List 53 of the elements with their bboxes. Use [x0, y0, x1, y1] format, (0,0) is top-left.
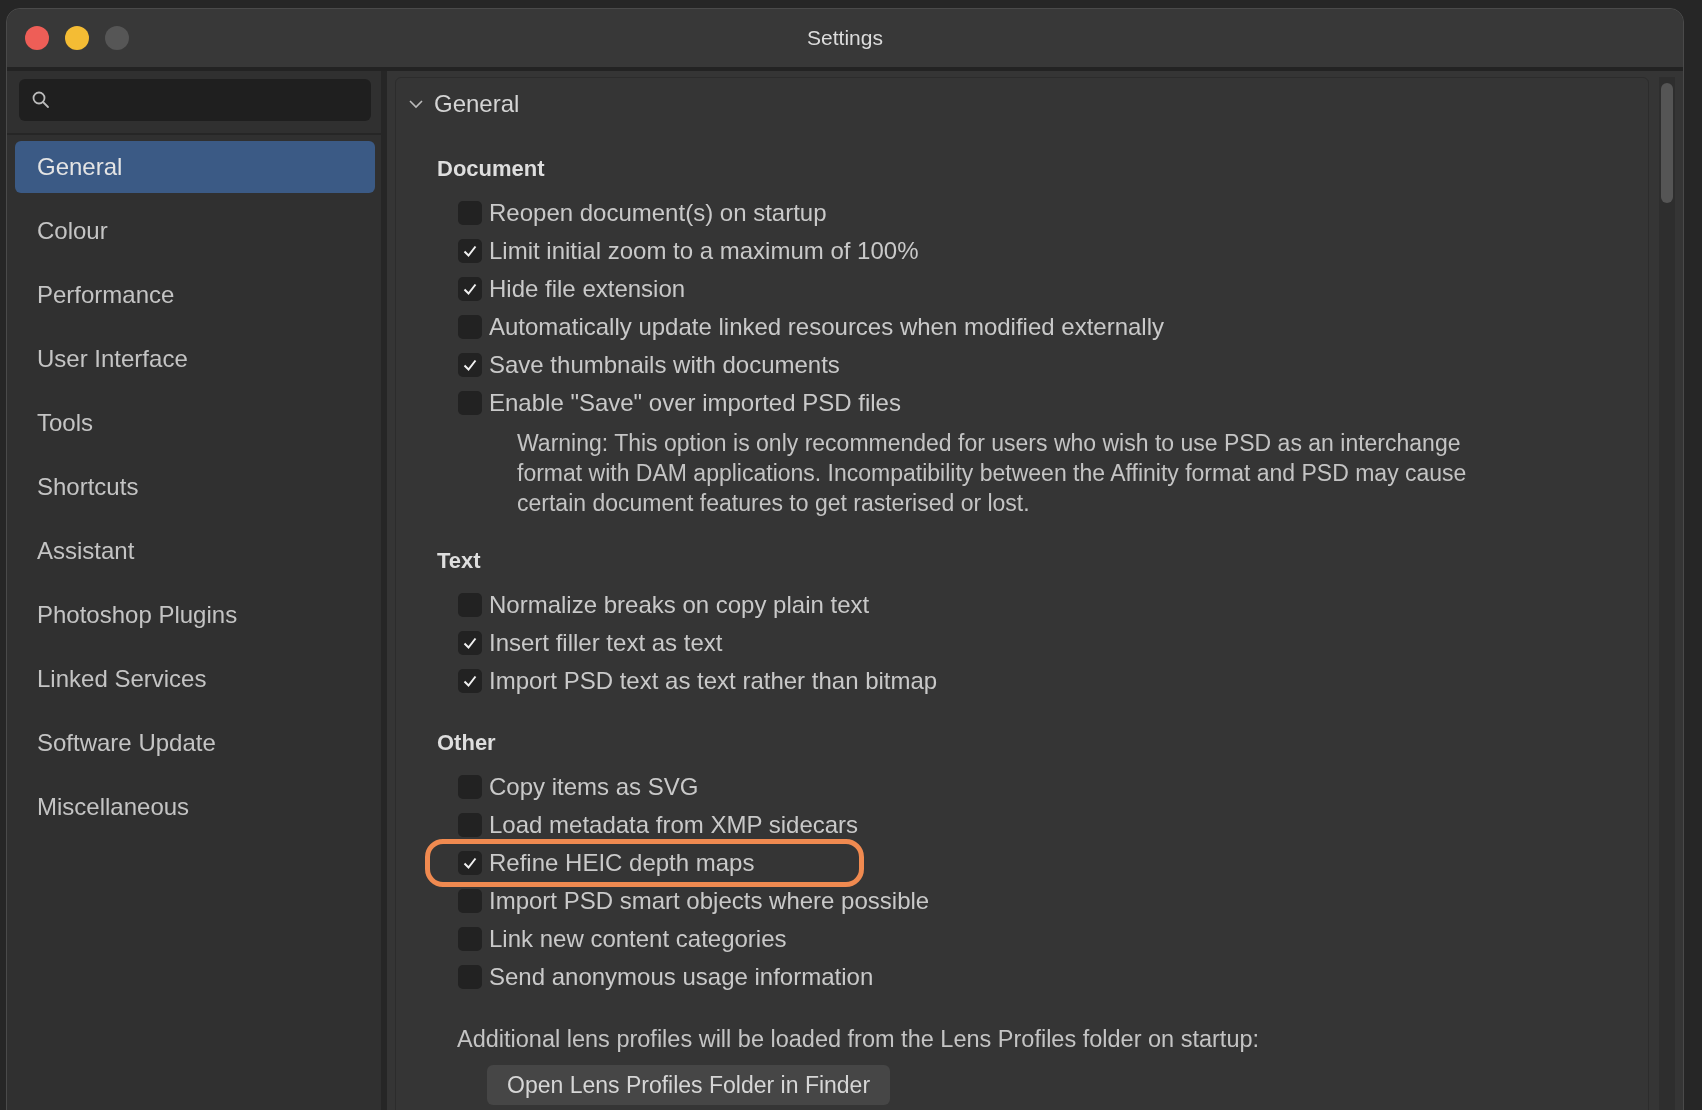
checkbox[interactable] [458, 631, 482, 655]
option-label: Link new content categories [489, 925, 787, 953]
sidebar-item[interactable]: Assistant [15, 525, 375, 577]
checkmark-icon [462, 243, 478, 259]
section-title: General [434, 90, 520, 118]
option-label: Automatically update linked resources when modified externally [489, 313, 1165, 341]
option-label: Normalize breaks on copy plain text [489, 591, 870, 619]
checkbox[interactable] [458, 851, 482, 875]
sidebar-item[interactable]: Colour [15, 205, 375, 257]
group-heading: Text [437, 548, 482, 575]
checkmark-icon [462, 357, 478, 373]
sidebar-item[interactable]: Tools [15, 397, 375, 449]
checkmark-icon [462, 855, 478, 871]
search-icon [31, 90, 51, 110]
option-label: Limit initial zoom to a maximum of 100% [489, 237, 919, 265]
scroll-thumb[interactable] [1661, 83, 1673, 203]
window-title: Settings [807, 26, 883, 49]
zoom-button[interactable] [105, 26, 129, 50]
checkbox[interactable] [458, 277, 482, 301]
minimize-button[interactable] [65, 26, 89, 50]
option-label: Load metadata from XMP sidecars [489, 811, 859, 839]
checkmark-icon [462, 281, 478, 297]
open-folder-button[interactable]: Open Lens Profiles Folder in Finder [487, 1065, 891, 1105]
sidebar-item[interactable]: Software Update [15, 717, 375, 769]
option-label: Hide file extension [489, 275, 686, 303]
option-label: Import PSD text as text rather than bitmap [489, 667, 938, 695]
lens-profiles-text: Additional lens profiles will be loaded from the Lens Profiles folder on startup: [456, 1026, 1261, 1053]
warning-text: Warning: This option is only recommended for users who wish to use PSD as an interchange format with DAM applications. Incompatibility between the Affinity format and PSD may cause certain document features to get rasterised or lost. [516, 429, 1468, 518]
scrollbar[interactable] [1659, 77, 1675, 1110]
checkbox[interactable] [458, 669, 482, 693]
option-label: Insert filler text as text [489, 629, 723, 657]
option-label: Import PSD smart objects where possible [489, 887, 930, 915]
option-label: Reopen document(s) on startup [489, 199, 827, 227]
group-heading: Document [437, 156, 546, 183]
search-field[interactable] [19, 79, 371, 121]
checkbox[interactable] [458, 353, 482, 377]
checkbox[interactable] [458, 239, 482, 263]
group-heading: Other [437, 730, 497, 757]
option-label: Save thumbnails with documents [489, 351, 840, 379]
sidebar-item[interactable]: Linked Services [15, 653, 375, 705]
option-label: Refine HEIC depth maps [489, 849, 755, 877]
option-label: Copy items as SVG [489, 773, 699, 801]
sidebar-item[interactable]: Miscellaneous [15, 781, 375, 833]
option-label: Enable "Save" over imported PSD files [489, 389, 901, 417]
sidebar-item[interactable]: General [15, 141, 375, 193]
sidebar-item[interactable]: Performance [15, 269, 375, 321]
close-button[interactable] [25, 26, 49, 50]
checkmark-icon [462, 673, 478, 689]
option-label: Send anonymous usage information [489, 963, 874, 991]
sidebar-item[interactable]: User Interface [15, 333, 375, 385]
checkmark-icon [462, 635, 478, 651]
sidebar-item[interactable]: Photoshop Plugins [15, 589, 375, 641]
sidebar-item[interactable]: Shortcuts [15, 461, 375, 513]
